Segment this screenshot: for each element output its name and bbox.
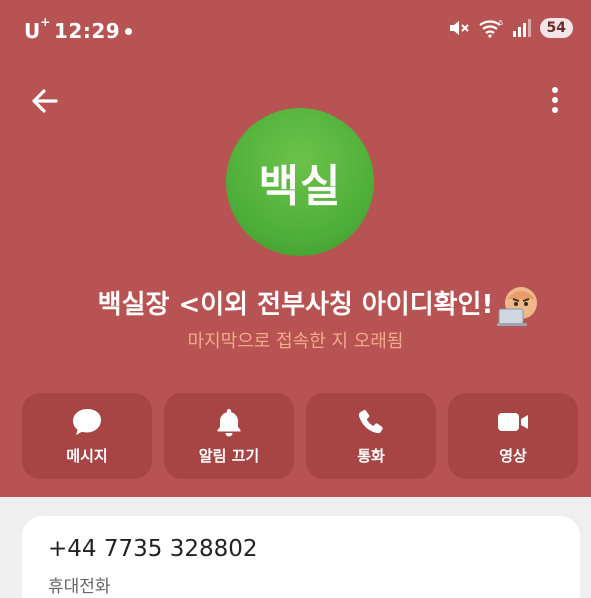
message-icon <box>73 409 101 435</box>
last-seen-status: 마지막으로 접속한 지 오래됨 <box>187 331 404 352</box>
video-call-label: 영상 <box>499 447 527 465</box>
phone-type-label: 휴대전화 <box>48 577 111 597</box>
status-icons: 5 54 <box>448 18 573 38</box>
bell-icon <box>217 409 241 437</box>
carrier-label: U+ <box>24 15 51 43</box>
action-bar: 메시지 알림 끄기 통화 영상 <box>22 393 578 479</box>
notification-dot <box>125 28 132 35</box>
svg-text:5: 5 <box>499 20 503 27</box>
phone-info-card[interactable]: +44 7735 328802 휴대전화 <box>22 516 580 598</box>
mute-icon <box>449 21 469 35</box>
profile-header: U+ 12:29 5 54 백실 백실장 <이외 전부사칭 아이디확인! 마지막… <box>0 0 591 497</box>
more-options-button[interactable] <box>543 84 567 118</box>
contact-avatar[interactable]: 백실 <box>226 108 374 256</box>
message-button-label: 메시지 <box>66 447 108 465</box>
wifi-icon: 5 <box>478 20 503 38</box>
more-vertical-icon <box>552 87 558 113</box>
signal-icon <box>512 19 531 37</box>
status-time: 12:29 <box>54 19 121 43</box>
message-button[interactable]: 메시지 <box>22 393 152 479</box>
status-bar: U+ 12:29 5 54 <box>0 0 591 62</box>
mute-notifications-button[interactable]: 알림 끄기 <box>164 393 294 479</box>
call-button-label: 통화 <box>357 447 385 465</box>
arrow-left-icon <box>32 89 58 113</box>
call-button[interactable]: 통화 <box>306 393 436 479</box>
phone-number[interactable]: +44 7735 328802 <box>48 536 258 562</box>
avatar-text: 백실 <box>258 161 342 212</box>
video-call-button[interactable]: 영상 <box>448 393 578 479</box>
mute-notifications-label: 알림 끄기 <box>198 447 260 465</box>
phone-icon <box>358 409 383 434</box>
video-icon <box>498 413 528 431</box>
back-button[interactable] <box>28 84 62 118</box>
laptop-emoji-icon <box>497 287 537 326</box>
battery-indicator: 54 <box>539 18 573 38</box>
